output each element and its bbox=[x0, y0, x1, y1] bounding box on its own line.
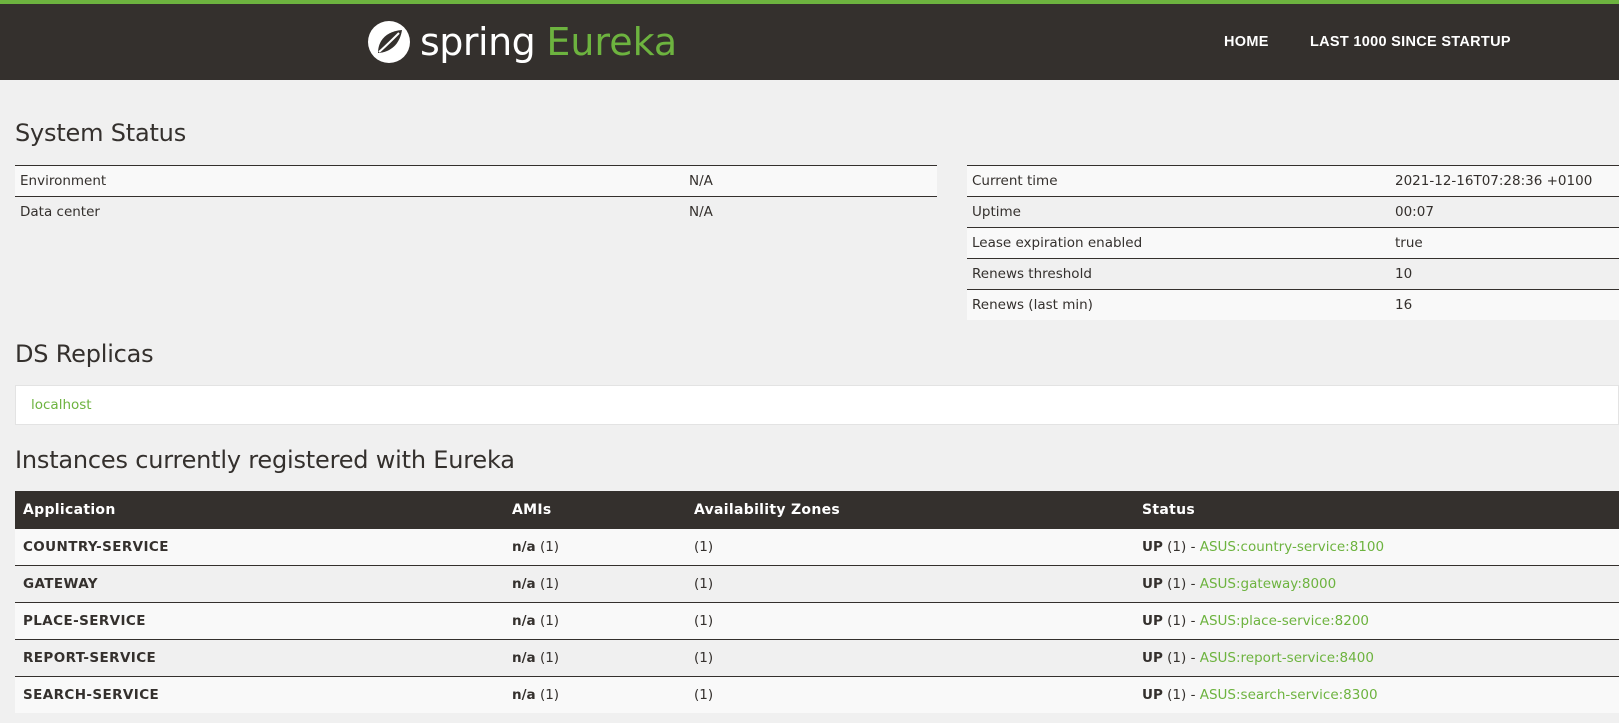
amis-cell: n/a (1) bbox=[504, 565, 686, 603]
zones-cell: (1) bbox=[686, 602, 1134, 640]
instance-link[interactable]: ASUS:search-service:8300 bbox=[1200, 687, 1378, 703]
amis-cell: n/a (1) bbox=[504, 676, 686, 713]
status-value: UP bbox=[1142, 687, 1163, 703]
ami-value: n/a bbox=[512, 687, 536, 703]
brand-word: spring bbox=[420, 20, 536, 64]
instances-table: Application AMIs Availability Zones Stat… bbox=[15, 491, 1619, 713]
brand-product: Eureka bbox=[546, 20, 678, 64]
status-value: true bbox=[1390, 227, 1619, 259]
ami-count: (1) bbox=[539, 650, 560, 666]
table-row: Renews (last min) 16 bbox=[967, 289, 1619, 320]
ds-replicas-title: DS Replicas bbox=[15, 340, 154, 368]
column-header-availability-zones: Availability Zones bbox=[686, 491, 1134, 529]
status-cell: UP (1) - ASUS:report-service:8400 bbox=[1134, 639, 1619, 677]
instance-link[interactable]: ASUS:place-service:8200 bbox=[1200, 613, 1369, 629]
status-count: (1) - bbox=[1167, 539, 1196, 555]
instances-title: Instances currently registered with Eure… bbox=[15, 446, 515, 474]
ds-replicas-list: localhost bbox=[15, 385, 1619, 425]
zones-cell: (1) bbox=[686, 565, 1134, 603]
status-cell: UP (1) - ASUS:country-service:8100 bbox=[1134, 529, 1619, 566]
spring-eureka-logo[interactable]: spring Eureka bbox=[366, 18, 677, 66]
application-name: GATEWAY bbox=[15, 565, 504, 603]
status-key: Renews (last min) bbox=[967, 289, 1390, 320]
ami-count: (1) bbox=[539, 687, 560, 703]
status-value: UP bbox=[1142, 650, 1163, 666]
ami-count: (1) bbox=[539, 576, 560, 592]
status-key: Uptime bbox=[967, 196, 1390, 228]
table-row: REPORT-SERVICE n/a (1) (1) UP (1) - ASUS… bbox=[15, 639, 1619, 677]
status-value: 16 bbox=[1390, 289, 1619, 320]
table-row: GATEWAY n/a (1) (1) UP (1) - ASUS:gatewa… bbox=[15, 565, 1619, 603]
status-value: 00:07 bbox=[1390, 196, 1619, 228]
system-status-title: System Status bbox=[15, 119, 187, 147]
status-key: Environment bbox=[15, 165, 684, 197]
table-row: Lease expiration enabled true bbox=[967, 227, 1619, 259]
status-key: Lease expiration enabled bbox=[967, 227, 1390, 259]
column-header-amis: AMIs bbox=[504, 491, 686, 529]
table-row: Environment N/A bbox=[15, 165, 937, 197]
table-row: Data center N/A bbox=[15, 196, 937, 227]
ami-count: (1) bbox=[539, 613, 560, 629]
instance-link[interactable]: ASUS:report-service:8400 bbox=[1200, 650, 1374, 666]
replica-link[interactable]: localhost bbox=[31, 397, 92, 413]
table-row: Renews threshold 10 bbox=[967, 258, 1619, 290]
instance-link[interactable]: ASUS:gateway:8000 bbox=[1200, 576, 1336, 592]
amis-cell: n/a (1) bbox=[504, 529, 686, 566]
system-status-left-table: Environment N/A Data center N/A bbox=[15, 165, 937, 227]
status-value: 2021-12-16T07:28:36 +0100 bbox=[1390, 165, 1619, 197]
status-value: N/A bbox=[684, 196, 937, 227]
status-value: UP bbox=[1142, 576, 1163, 592]
status-value: UP bbox=[1142, 539, 1163, 555]
ami-value: n/a bbox=[512, 576, 536, 592]
ami-value: n/a bbox=[512, 650, 536, 666]
application-name: COUNTRY-SERVICE bbox=[15, 529, 504, 566]
status-count: (1) - bbox=[1167, 650, 1196, 666]
table-row: Uptime 00:07 bbox=[967, 196, 1619, 228]
status-count: (1) - bbox=[1167, 576, 1196, 592]
zones-cell: (1) bbox=[686, 676, 1134, 713]
table-header-row: Application AMIs Availability Zones Stat… bbox=[15, 491, 1619, 529]
application-name: SEARCH-SERVICE bbox=[15, 676, 504, 713]
status-cell: UP (1) - ASUS:place-service:8200 bbox=[1134, 602, 1619, 640]
system-status-right-table: Current time 2021-12-16T07:28:36 +0100 U… bbox=[967, 165, 1619, 320]
spring-leaf-icon bbox=[368, 21, 410, 63]
column-header-status: Status bbox=[1134, 491, 1619, 529]
application-name: REPORT-SERVICE bbox=[15, 639, 504, 677]
status-count: (1) - bbox=[1167, 613, 1196, 629]
status-key: Renews threshold bbox=[967, 258, 1390, 290]
status-value: 10 bbox=[1390, 258, 1619, 290]
table-row: PLACE-SERVICE n/a (1) (1) UP (1) - ASUS:… bbox=[15, 602, 1619, 640]
status-key: Data center bbox=[15, 196, 684, 227]
application-name: PLACE-SERVICE bbox=[15, 602, 504, 640]
ami-value: n/a bbox=[512, 613, 536, 629]
status-cell: UP (1) - ASUS:gateway:8000 bbox=[1134, 565, 1619, 603]
status-value: UP bbox=[1142, 613, 1163, 629]
status-value: N/A bbox=[684, 165, 937, 197]
top-navbar: spring Eureka HOME LAST 1000 SINCE START… bbox=[0, 0, 1619, 80]
status-count: (1) - bbox=[1167, 687, 1196, 703]
instance-link[interactable]: ASUS:country-service:8100 bbox=[1200, 539, 1384, 555]
column-header-application: Application bbox=[15, 491, 504, 529]
amis-cell: n/a (1) bbox=[504, 639, 686, 677]
table-row: SEARCH-SERVICE n/a (1) (1) UP (1) - ASUS… bbox=[15, 676, 1619, 713]
zones-cell: (1) bbox=[686, 529, 1134, 566]
nav-last-1000-link[interactable]: LAST 1000 SINCE STARTUP bbox=[1310, 34, 1511, 58]
nav-home-link[interactable]: HOME bbox=[1224, 34, 1269, 58]
table-row: Current time 2021-12-16T07:28:36 +0100 bbox=[967, 165, 1619, 197]
zones-cell: (1) bbox=[686, 639, 1134, 677]
table-row: COUNTRY-SERVICE n/a (1) (1) UP (1) - ASU… bbox=[15, 529, 1619, 566]
status-cell: UP (1) - ASUS:search-service:8300 bbox=[1134, 676, 1619, 713]
amis-cell: n/a (1) bbox=[504, 602, 686, 640]
ami-value: n/a bbox=[512, 539, 536, 555]
ami-count: (1) bbox=[539, 539, 560, 555]
status-key: Current time bbox=[967, 165, 1390, 197]
